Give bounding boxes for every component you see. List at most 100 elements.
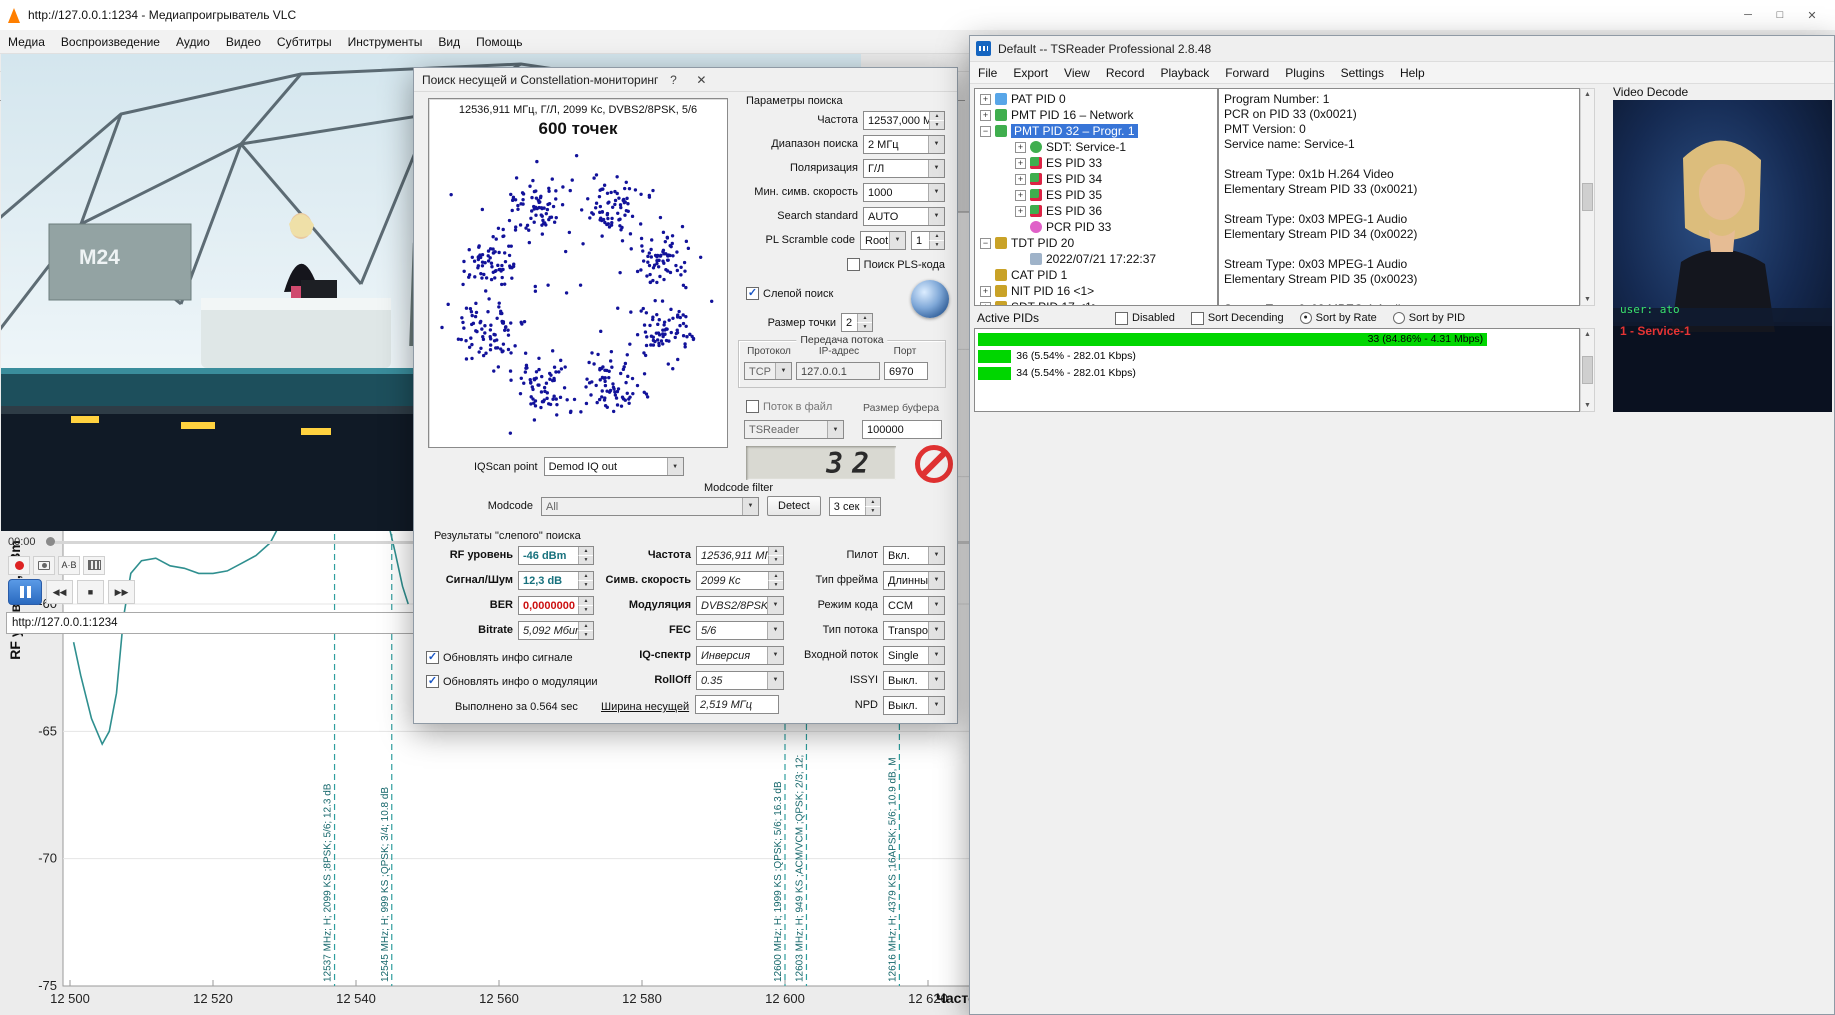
tree-toggle[interactable]: +: [1015, 174, 1026, 185]
menu-item[interactable]: Субтитры: [269, 32, 340, 52]
frame-button[interactable]: [83, 556, 105, 575]
record-button[interactable]: [8, 556, 30, 575]
menu-item[interactable]: Plugins: [1277, 63, 1332, 83]
carrier-width-link[interactable]: Ширина несущей: [601, 701, 689, 713]
tree-item[interactable]: + ES PID 34: [975, 171, 1217, 187]
help-button[interactable]: ?: [660, 70, 686, 89]
tree-item[interactable]: + SDT PID 17 <1>: [975, 299, 1217, 306]
param-control[interactable]: Г/Л: [863, 159, 945, 178]
pid-filter-mark[interactable]: [1393, 312, 1405, 324]
tree-item[interactable]: CAT PID 1: [975, 267, 1217, 283]
iqscan-select[interactable]: Demod IQ out: [544, 457, 684, 476]
tree-toggle[interactable]: +: [1015, 206, 1026, 217]
pid-filter-mark[interactable]: [1191, 312, 1204, 325]
next-button[interactable]: ▶▶: [108, 580, 135, 604]
menu-item[interactable]: Export: [1005, 63, 1056, 83]
result-value[interactable]: -46 dBm: [518, 546, 594, 565]
tree-item[interactable]: + NIT PID 16 <1>: [975, 283, 1217, 299]
menu-item[interactable]: Вид: [430, 32, 468, 52]
protocol-select[interactable]: TCP: [744, 362, 792, 380]
pl-scramble-code-stepper[interactable]: 1: [911, 231, 945, 250]
pl-scramble-mode-select[interactable]: Root: [860, 231, 906, 250]
result-value[interactable]: 2099 Кс: [696, 571, 784, 590]
tree-item[interactable]: + PMT PID 16 – Network: [975, 107, 1217, 123]
tree-item[interactable]: 2022/07/21 17:22:37: [975, 251, 1217, 267]
close-button[interactable]: ✕: [1797, 5, 1827, 25]
result-value[interactable]: Transport: [883, 621, 945, 640]
stop-button[interactable]: ■: [77, 580, 104, 604]
bars-scrollbar[interactable]: ▲▼: [1580, 328, 1595, 412]
param-control[interactable]: 1000: [863, 183, 945, 202]
receiver-select[interactable]: TSReader: [744, 420, 844, 439]
stop-icon[interactable]: [915, 445, 953, 483]
menu-item[interactable]: Record: [1098, 63, 1153, 83]
dot-size-stepper[interactable]: 2: [841, 313, 873, 332]
menu-item[interactable]: Forward: [1217, 63, 1277, 83]
param-control[interactable]: AUTO: [863, 207, 945, 226]
tree-toggle[interactable]: −: [980, 126, 991, 137]
maximize-button[interactable]: □: [1765, 5, 1795, 25]
pid-filter-option[interactable]: Disabled: [1115, 312, 1175, 325]
vlc-titlebar[interactable]: http://127.0.0.1:1234 - Медиапроигрывате…: [0, 0, 1835, 30]
result-value[interactable]: Single: [883, 646, 945, 665]
result-value[interactable]: 5,092 Мбит: [518, 621, 594, 640]
result-value[interactable]: 12,3 dB: [518, 571, 594, 590]
result-value[interactable]: Выкл.: [883, 696, 945, 715]
tree-item[interactable]: + ES PID 35: [975, 187, 1217, 203]
ip-field[interactable]: 127.0.0.1: [796, 362, 880, 380]
result-value[interactable]: CCM: [883, 596, 945, 615]
update-modulation-info-checkbox[interactable]: ✓: [426, 675, 439, 688]
menu-item[interactable]: Аудио: [168, 32, 218, 52]
menu-item[interactable]: Видео: [218, 32, 269, 52]
details-scrollbar[interactable]: ▲▼: [1580, 88, 1595, 306]
result-value[interactable]: Выкл.: [883, 671, 945, 690]
result-value[interactable]: Длинный: [883, 571, 945, 590]
tree-item[interactable]: + PAT PID 0: [975, 91, 1217, 107]
menu-item[interactable]: Playback: [1153, 63, 1218, 83]
tree-toggle[interactable]: −: [980, 238, 991, 249]
modcode-select[interactable]: All: [541, 497, 759, 516]
result-value[interactable]: Инверсия: [696, 646, 784, 665]
tree-toggle[interactable]: +: [1015, 190, 1026, 201]
result-value[interactable]: 12536,911 МГ: [696, 546, 784, 565]
pid-filter-mark[interactable]: [1115, 312, 1128, 325]
snapshot-button[interactable]: [33, 556, 55, 575]
param-control[interactable]: 2 МГц: [863, 135, 945, 154]
minimize-button[interactable]: ─: [1733, 5, 1763, 25]
tree-toggle[interactable]: +: [980, 110, 991, 121]
dialog-close-button[interactable]: ✕: [688, 70, 714, 89]
tree-item[interactable]: − TDT PID 20: [975, 235, 1217, 251]
result-value[interactable]: 0.35: [696, 671, 784, 690]
detect-button[interactable]: Detect: [767, 496, 821, 516]
stream-to-file-checkbox[interactable]: [746, 400, 759, 413]
result-value[interactable]: DVBS2/8PSK: [696, 596, 784, 615]
tree-item[interactable]: + ES PID 33: [975, 155, 1217, 171]
port-field[interactable]: 6970: [884, 362, 928, 380]
pls-search-checkbox[interactable]: [847, 258, 860, 271]
pid-filter-option[interactable]: Sort by PID: [1393, 312, 1465, 325]
menu-item[interactable]: Help: [1392, 63, 1433, 83]
carrier-width-field[interactable]: 2,519 МГц: [695, 695, 779, 714]
menu-item[interactable]: Медиа: [0, 32, 53, 52]
menu-item[interactable]: Помощь: [468, 32, 530, 52]
tree-item[interactable]: PCR PID 33: [975, 219, 1217, 235]
pause-button[interactable]: [8, 579, 42, 605]
param-control[interactable]: 12537,000 МГц: [863, 111, 945, 130]
dialog-titlebar[interactable]: Поиск несущей и Constellation-мониторинг…: [414, 68, 957, 92]
previous-button[interactable]: ◀◀: [46, 580, 73, 604]
buffer-size-field[interactable]: 100000: [862, 420, 942, 439]
menu-item[interactable]: View: [1056, 63, 1098, 83]
menu-item[interactable]: Инструменты: [340, 32, 431, 52]
pid-filter-option[interactable]: ● Sort by Rate: [1300, 312, 1377, 325]
tree-item[interactable]: − PMT PID 32 – Progr. 1: [975, 123, 1217, 139]
pid-filter-option[interactable]: Sort Decending: [1191, 312, 1284, 325]
result-value[interactable]: 5/6: [696, 621, 784, 640]
tree-toggle[interactable]: +: [1015, 142, 1026, 153]
tree-item[interactable]: + SDT: Service-1: [975, 139, 1217, 155]
update-signal-info-checkbox[interactable]: ✓: [426, 651, 439, 664]
tree-toggle[interactable]: +: [980, 302, 991, 307]
blind-search-checkbox[interactable]: ✓: [746, 287, 759, 300]
menu-item[interactable]: Воспроизведение: [53, 32, 168, 52]
tree-toggle[interactable]: +: [1015, 158, 1026, 169]
ab-loop-button[interactable]: A·B: [58, 556, 80, 575]
